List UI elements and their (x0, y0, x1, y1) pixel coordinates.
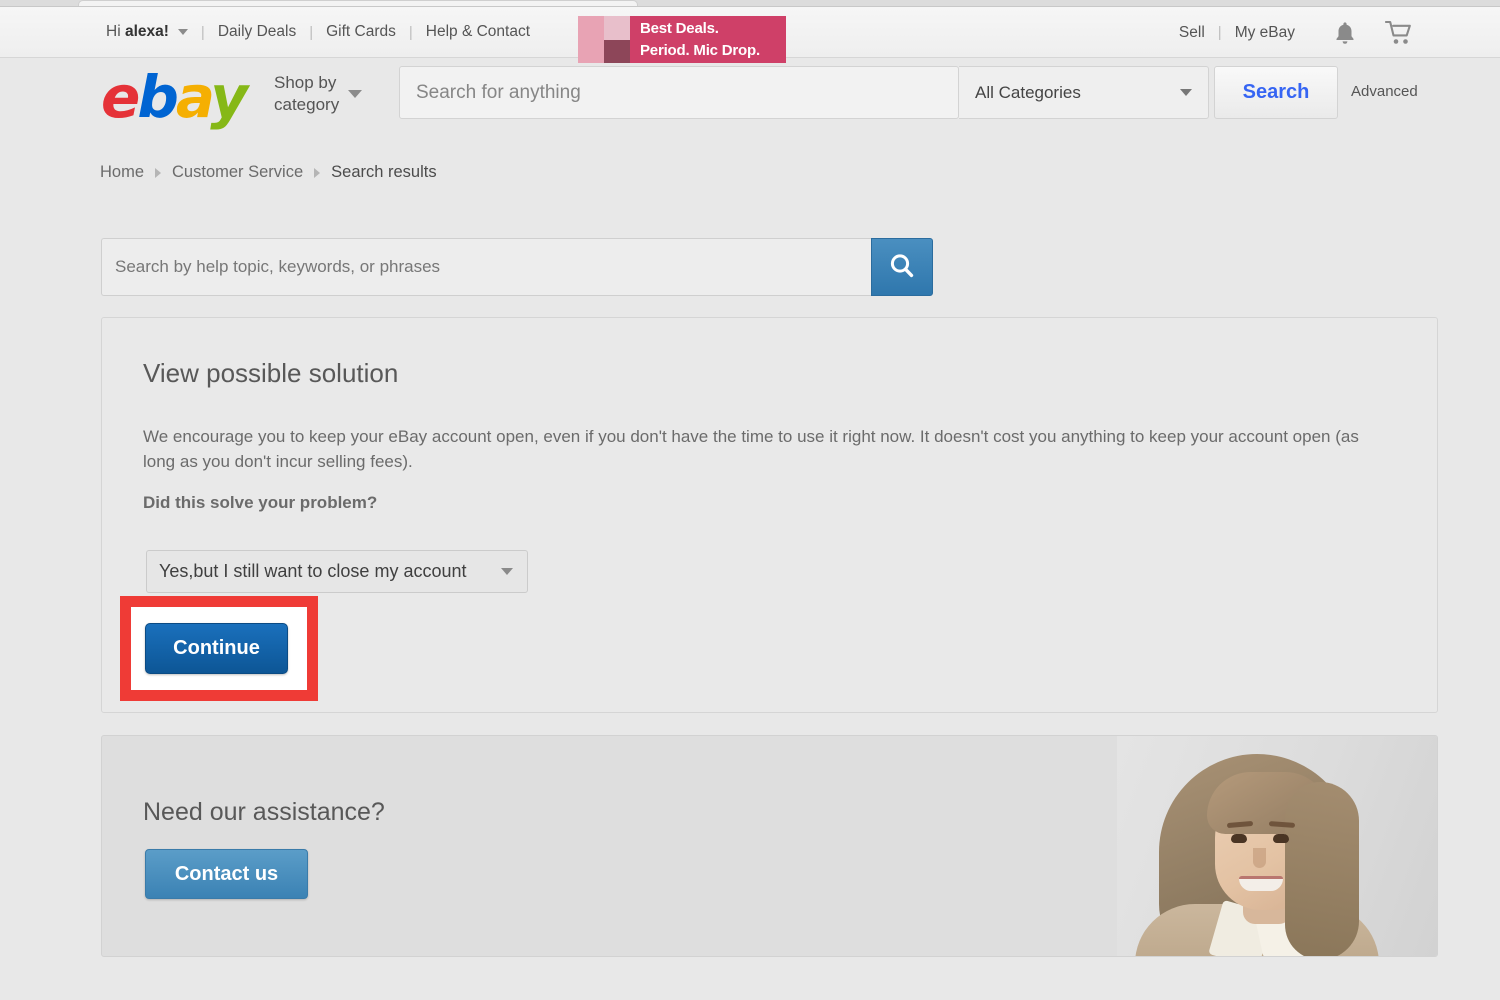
photo-mouth (1239, 876, 1283, 891)
chevron-down-icon (501, 568, 513, 575)
promo-swatch-2 (604, 16, 630, 40)
browser-tab[interactable] (78, 0, 638, 6)
breadcrumb: Home Customer Service Search results (100, 163, 437, 182)
search-button[interactable]: Search (1214, 66, 1338, 119)
site-header: ebay Shop by category All Categories Sea… (0, 58, 1500, 140)
continue-button[interactable]: Continue (145, 623, 288, 674)
nav-separator-4: | (1217, 24, 1222, 41)
breadcrumb-arrow-icon (314, 167, 321, 178)
logo-letter-a: a (175, 63, 213, 131)
greeting-prefix: Hi (106, 23, 125, 40)
cart-icon[interactable] (1385, 20, 1415, 46)
solve-answer-select[interactable]: Yes,but I still want to close my account (146, 550, 528, 593)
promo-line-1: Best Deals. (640, 20, 719, 37)
bell-icon[interactable] (1333, 20, 1357, 46)
logo-letter-b: b (137, 63, 178, 131)
promo-text: Best Deals. Period. Mic Drop. (630, 16, 786, 63)
help-search-input[interactable] (101, 238, 871, 296)
nav-separator-3: | (408, 23, 413, 41)
category-select-value: All Categories (975, 82, 1081, 102)
nav-separator-2: | (309, 23, 314, 41)
browser-chrome (0, 0, 1500, 7)
promo-swatch-1 (578, 16, 604, 40)
help-search-button[interactable] (871, 238, 933, 296)
solve-answer-value: Yes,but I still want to close my account (159, 561, 467, 581)
assistance-panel: Need our assistance? Contact us (101, 735, 1438, 957)
photo-eye-right (1273, 834, 1289, 843)
breadcrumb-item-home[interactable]: Home (100, 163, 144, 182)
chevron-down-icon (348, 90, 363, 98)
shop-by-category-label: Shop by category (274, 73, 340, 114)
shop-by-category-button[interactable]: Shop by category (274, 72, 363, 116)
nav-gift-cards[interactable]: Gift Cards (326, 23, 396, 41)
user-greeting[interactable]: Hi alexa! (106, 23, 169, 41)
advanced-search-link[interactable]: Advanced (1351, 83, 1418, 100)
chevron-down-icon[interactable] (177, 29, 188, 35)
greeting-username: alexa! (124, 23, 169, 40)
breadcrumb-arrow-icon (155, 167, 162, 178)
help-search-bar (101, 238, 933, 296)
photo-nose (1253, 848, 1266, 868)
nav-help-contact[interactable]: Help & Contact (426, 23, 530, 41)
top-left-nav: Hi alexa! | Daily Deals | Gift Cards | H… (106, 23, 530, 41)
logo-letter-y: y (210, 63, 248, 131)
solve-question-label: Did this solve your problem? (143, 493, 378, 512)
page-title: View possible solution (143, 358, 399, 388)
nav-sell[interactable]: Sell (1179, 24, 1205, 42)
breadcrumb-item-search-results: Search results (331, 163, 437, 181)
promo-color-swatches (578, 16, 630, 63)
promo-banner[interactable]: Best Deals. Period. Mic Drop. (578, 16, 786, 63)
breadcrumb-item-customer-service[interactable]: Customer Service (172, 163, 303, 182)
solution-body-text: We encourage you to keep your eBay accou… (143, 427, 1359, 471)
ebay-logo[interactable]: ebay (101, 63, 248, 131)
photo-eye-left (1231, 834, 1247, 843)
search-icon (887, 251, 917, 284)
search-input[interactable] (399, 66, 959, 119)
contact-us-button[interactable]: Contact us (145, 849, 308, 899)
customer-service-agent-photo (1117, 736, 1437, 956)
assistance-title: Need our assistance? (143, 798, 385, 826)
top-right-nav: Sell | My eBay (1179, 7, 1500, 58)
nav-my-ebay[interactable]: My eBay (1235, 24, 1295, 42)
nav-daily-deals[interactable]: Daily Deals (218, 23, 296, 41)
logo-letter-e: e (101, 63, 140, 131)
chevron-down-icon (1180, 89, 1192, 96)
photo-hair-side (1285, 782, 1359, 956)
top-utility-bar: Hi alexa! | Daily Deals | Gift Cards | H… (0, 7, 1500, 63)
nav-separator-1: | (200, 23, 205, 41)
category-select[interactable]: All Categories (959, 66, 1209, 119)
